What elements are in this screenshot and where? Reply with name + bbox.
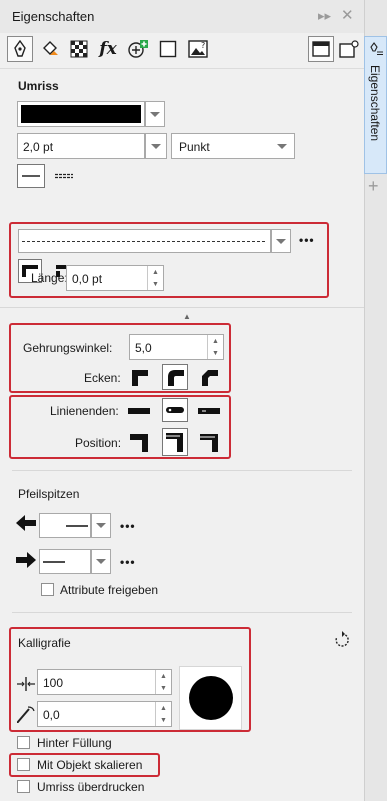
calligraphy-angle-spinbox[interactable]: 0,0 ▲ ▼ [37, 701, 172, 727]
length-value: 0,0 pt [72, 272, 103, 286]
outline-color-picker[interactable] [17, 101, 145, 127]
spin-down-icon[interactable]: ▼ [147, 278, 163, 290]
miter-spinbox[interactable]: 5,0 ▲ ▼ [129, 334, 224, 360]
end-arrowhead-more-button[interactable]: ••• [120, 555, 136, 569]
effects-fx-icon[interactable]: fx [95, 36, 121, 62]
frame-rectangle-icon[interactable] [155, 36, 181, 62]
divider [12, 612, 352, 613]
line-style-more-button[interactable]: ••• [299, 233, 315, 247]
spin-down-icon[interactable]: ▼ [155, 714, 171, 726]
add-effect-icon[interactable] [125, 36, 151, 62]
line-style-dropdown[interactable] [271, 229, 291, 253]
divider [12, 470, 352, 471]
length-spinbox[interactable]: 0,0 pt ▲ ▼ [66, 265, 164, 291]
properties-tab-icon [369, 42, 383, 59]
svg-text:?: ? [201, 41, 205, 50]
panel-view-icon[interactable] [308, 36, 334, 62]
transparency-icon[interactable] [66, 36, 92, 62]
scale-with-object-checkbox[interactable] [17, 758, 30, 771]
position-outside-button[interactable] [127, 428, 151, 456]
calligraphy-width-spinbox[interactable]: 100 ▲ ▼ [37, 669, 172, 695]
overprint-outline-label: Umriss überdrucken [37, 780, 145, 794]
outline-width-dropdown[interactable] [145, 133, 167, 159]
overprint-outline-checkbox[interactable] [17, 780, 30, 793]
spin-up-icon[interactable]: ▲ [155, 670, 171, 682]
calligraphy-angle-value: 0,0 [43, 708, 60, 722]
spin-up-icon[interactable]: ▲ [155, 702, 171, 714]
end-arrowhead-select[interactable] [39, 549, 91, 574]
add-docker-icon[interactable]: + [368, 176, 379, 197]
start-arrowhead-select[interactable] [39, 513, 91, 538]
docker-tab-eigenschaften[interactable]: Eigenschaften [364, 36, 387, 174]
cap-butt-button[interactable] [127, 399, 151, 423]
collapse-up-icon[interactable]: ▲ [183, 312, 191, 321]
outline-color-swatch [21, 105, 141, 123]
reset-icon[interactable] [333, 631, 351, 652]
image-question-icon[interactable]: ? [185, 36, 211, 62]
chevron-down-icon [150, 111, 160, 117]
spin-down-icon[interactable]: ▼ [155, 682, 171, 694]
position-inside-button[interactable] [197, 428, 221, 456]
outline-pen-icon[interactable] [7, 36, 33, 62]
panel-options-icon[interactable] [336, 36, 362, 62]
end-arrowhead-dropdown[interactable] [91, 549, 111, 574]
calligraphy-width-value: 100 [43, 676, 64, 690]
spin-down-icon[interactable]: ▼ [207, 347, 223, 359]
spin-up-icon[interactable]: ▲ [147, 266, 163, 278]
spin-up-icon[interactable]: ▲ [207, 335, 223, 347]
chevron-down-icon [276, 238, 286, 244]
outline-color-dropdown[interactable] [145, 101, 165, 127]
nib-shape [189, 676, 233, 720]
nib-preview[interactable] [179, 666, 242, 730]
stretch-width-icon [17, 677, 35, 694]
share-attributes-label: Attribute freigeben [60, 583, 159, 597]
arrow-right-icon [16, 552, 36, 571]
solid-line-style-button[interactable] [17, 164, 45, 188]
corner-round-button[interactable] [162, 364, 188, 390]
collapse-icon[interactable]: ▸▸ [318, 8, 331, 24]
line-ends-label: Linienenden: [50, 404, 119, 418]
cap-square-button[interactable] [197, 399, 221, 423]
behind-fill-label: Hinter Füllung [37, 736, 112, 750]
angle-icon [16, 705, 35, 726]
unit-value: Punkt [179, 140, 210, 154]
position-label: Position: [75, 436, 122, 450]
chevron-down-icon [96, 523, 106, 528]
cap-round-button[interactable] [162, 398, 188, 422]
line-style-select[interactable] [18, 229, 271, 253]
outline-width-value: 2,0 pt [23, 140, 54, 154]
miter-value: 5,0 [135, 341, 152, 355]
corner-bevel-button[interactable] [197, 365, 221, 389]
docker-tab-label: Eigenschaften [368, 65, 382, 142]
section-title-pfeilspitzen: Pfeilspitzen [18, 487, 80, 501]
start-arrowhead-more-button[interactable]: ••• [120, 519, 136, 533]
miter-label: Gehrungswinkel: [23, 341, 113, 355]
chevron-down-icon [151, 143, 161, 149]
section-title-kalligrafie: Kalligrafie [18, 636, 71, 650]
share-attributes-checkbox[interactable] [41, 583, 54, 596]
fill-bucket-icon[interactable] [37, 36, 63, 62]
position-center-button[interactable] [162, 428, 188, 456]
panel-titlebar: Eigenschaften ▸▸ ✕ [0, 0, 364, 33]
scale-with-object-label: Mit Objekt skalieren [37, 758, 143, 772]
close-icon[interactable]: ✕ [341, 6, 354, 24]
behind-fill-checkbox[interactable] [17, 736, 30, 749]
dashed-line-style-button[interactable] [50, 164, 78, 188]
divider [0, 307, 364, 308]
outline-width-field[interactable]: 2,0 pt [17, 133, 145, 159]
corners-label: Ecken: [84, 371, 121, 385]
chevron-down-icon [96, 559, 106, 564]
section-title-umriss: Umriss [18, 79, 59, 93]
arrow-left-icon [16, 515, 36, 534]
chevron-down-icon [277, 144, 287, 149]
unit-select[interactable]: Punkt [171, 133, 295, 159]
panel-title: Eigenschaften [12, 9, 95, 24]
length-label: Länge: [31, 271, 68, 285]
properties-toolbar: fx ? [0, 33, 364, 69]
start-arrowhead-dropdown[interactable] [91, 513, 111, 538]
corner-miter-button[interactable] [127, 365, 151, 389]
